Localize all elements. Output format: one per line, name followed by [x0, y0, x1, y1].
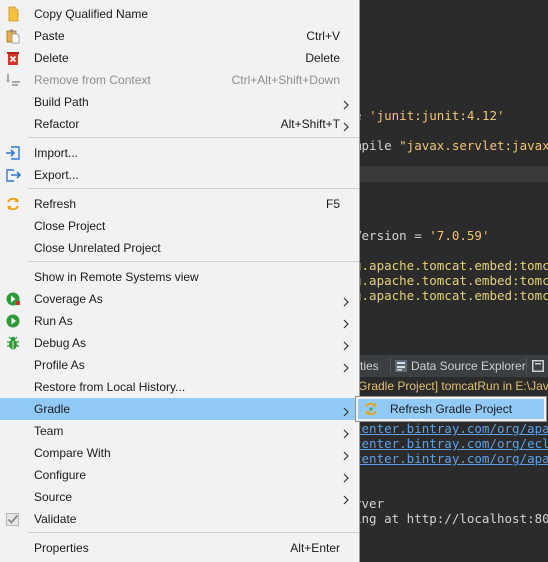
copy-icon	[5, 6, 21, 22]
table-icon	[531, 359, 545, 373]
menu-item-build-path[interactable]: Build Path	[0, 91, 359, 113]
menu-item-profile-as[interactable]: Profile As	[0, 354, 359, 376]
menu-item-run-as[interactable]: Run As	[0, 310, 359, 332]
menu-item-refresh[interactable]: Refresh F5	[0, 193, 359, 215]
console-line: center.bintray.com/org/eclip	[354, 436, 548, 451]
gradle-submenu: Refresh Gradle Project	[355, 396, 547, 422]
run-icon	[5, 313, 21, 329]
console-link[interactable]: center.bintray.com/org/apac	[354, 421, 548, 436]
console-link[interactable]: center.bintray.com/org/eclip	[354, 436, 548, 451]
menu-item-refactor[interactable]: Refactor Alt+Shift+T	[0, 113, 359, 135]
coverage-icon	[5, 291, 21, 307]
menu-separator	[28, 137, 359, 138]
context-menu: Copy Qualified Name Paste Ctrl+V Delete …	[0, 0, 360, 562]
debug-bug-icon	[5, 335, 21, 351]
code-line: g.apache.tomcat.embed:tomca	[354, 273, 548, 288]
menu-item-coverage-as[interactable]: Coverage As	[0, 288, 359, 310]
menu-item-validate[interactable]: Validate	[0, 508, 359, 530]
submenu-arrow-icon	[342, 404, 350, 417]
submenu-arrow-icon	[342, 426, 350, 439]
menu-item-configure[interactable]: Configure	[0, 464, 359, 486]
validate-check-icon	[5, 511, 21, 527]
remove-from-context-icon	[5, 72, 21, 88]
refresh-icon	[5, 196, 21, 212]
menu-item-debug-as[interactable]: Debug As	[0, 332, 359, 354]
menu-item-paste[interactable]: Paste Ctrl+V	[0, 25, 359, 47]
menu-item-refresh-gradle-project[interactable]: Refresh Gradle Project	[358, 399, 544, 419]
menu-item-close-unrelated-project[interactable]: Close Unrelated Project	[0, 237, 359, 259]
console-line: ing at http://localhost:808	[354, 511, 548, 526]
submenu-arrow-icon	[342, 119, 350, 132]
export-icon	[5, 167, 22, 183]
submenu-arrow-icon	[342, 338, 350, 351]
code-line: g.apache.tomcat.embed:tomca	[354, 258, 548, 273]
console-line: center.bintray.com/org/apac	[354, 421, 548, 436]
tab-data-source-explorer[interactable]: Data Source Explorer	[411, 359, 526, 373]
code-line: e 'junit:junit:4.12'	[354, 108, 505, 123]
menu-item-delete[interactable]: Delete Delete	[0, 47, 359, 69]
menu-separator	[28, 261, 359, 262]
gradle-refresh-icon	[363, 401, 379, 417]
menu-item-import[interactable]: Import...	[0, 142, 359, 164]
code-line: g.apache.tomcat.embed:tomca	[354, 288, 548, 303]
view-tab-bar: rties Data Source Explorer	[354, 355, 548, 378]
menu-item-properties[interactable]: Properties Alt+Enter	[0, 537, 359, 559]
submenu-arrow-icon	[342, 448, 350, 461]
submenu-arrow-icon	[342, 294, 350, 307]
submenu-arrow-icon	[342, 470, 350, 483]
tab-separator	[526, 358, 527, 374]
code-line: Version = '7.0.59'	[354, 228, 490, 243]
code-line: mpile "javax.servlet:javax.	[354, 138, 548, 153]
menu-item-gradle[interactable]: Gradle	[0, 398, 359, 420]
menu-item-export[interactable]: Export...	[0, 164, 359, 186]
menu-item-show-in-remote-systems[interactable]: Show in Remote Systems view	[0, 266, 359, 288]
submenu-arrow-icon	[342, 316, 350, 329]
menu-item-remove-from-context[interactable]: Remove from Context Ctrl+Alt+Shift+Down	[0, 69, 359, 91]
menu-separator	[28, 188, 359, 189]
delete-icon	[5, 50, 21, 66]
menu-item-source[interactable]: Source	[0, 486, 359, 508]
tab-separator	[390, 358, 391, 374]
console-header: Gradle Project] tomcatRun in E:\Java	[354, 377, 548, 395]
submenu-arrow-icon	[342, 97, 350, 110]
import-icon	[5, 145, 21, 161]
menu-separator	[28, 532, 359, 533]
menu-item-team[interactable]: Team	[0, 420, 359, 442]
menu-item-copy-qualified-name[interactable]: Copy Qualified Name	[0, 3, 359, 25]
console-line: center.bintray.com/org/apac	[354, 451, 548, 466]
database-icon	[394, 359, 408, 373]
menu-item-close-project[interactable]: Close Project	[0, 215, 359, 237]
menu-item-compare-with[interactable]: Compare With	[0, 442, 359, 464]
submenu-arrow-icon	[342, 360, 350, 373]
menu-item-restore-from-local-history[interactable]: Restore from Local History...	[0, 376, 359, 398]
console-link[interactable]: center.bintray.com/org/apac	[354, 451, 548, 466]
submenu-arrow-icon	[342, 492, 350, 505]
current-line-highlight	[354, 166, 548, 182]
paste-icon	[5, 28, 21, 44]
